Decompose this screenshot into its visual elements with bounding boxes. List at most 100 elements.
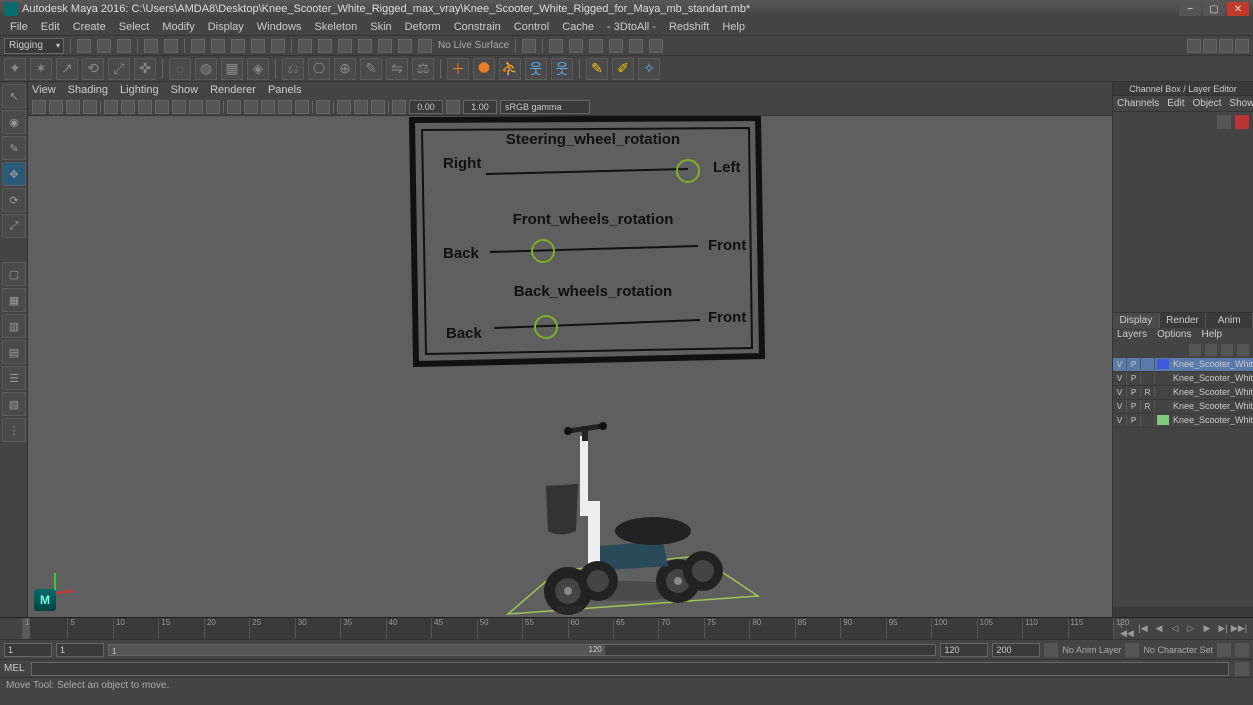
play-back-button[interactable]: ◁ <box>1168 622 1182 636</box>
rp-object-menu[interactable]: Object <box>1193 98 1222 109</box>
rp-show-menu[interactable]: Show <box>1229 98 1253 109</box>
vp-textured-icon[interactable] <box>261 100 275 114</box>
shelf-paint-icon[interactable]: ✎ <box>360 58 382 80</box>
vp-exposure-field[interactable]: 0.00 <box>409 100 443 114</box>
layer-row[interactable]: V P R Knee_Scooter_White_F <box>1113 386 1253 400</box>
layer-tab-display[interactable]: Display <box>1113 313 1160 328</box>
vp-gamma-icon[interactable] <box>446 100 460 114</box>
rp-icon1[interactable] <box>1217 115 1231 129</box>
vp-grid-icon[interactable] <box>104 100 118 114</box>
vp-menu-shading[interactable]: Shading <box>68 84 108 96</box>
menu-skeleton[interactable]: Skeleton <box>308 20 363 34</box>
script-editor-icon[interactable] <box>1235 662 1249 676</box>
menu-deform[interactable]: Deform <box>399 20 447 34</box>
layers-menu[interactable]: Layers <box>1117 329 1147 340</box>
shelf-tool5-icon[interactable]: ⤢ <box>108 58 130 80</box>
autokey-icon[interactable] <box>1217 643 1231 657</box>
layout-single-button[interactable]: ▢ <box>2 262 26 286</box>
lasso-tool-button[interactable]: ◉ <box>2 110 26 134</box>
vp-xray-icon[interactable] <box>337 100 351 114</box>
select-mode-icon[interactable] <box>211 39 225 53</box>
layer-color-swatch[interactable] <box>1157 401 1169 411</box>
vp-isolate-icon[interactable] <box>316 100 330 114</box>
close-button[interactable]: ✕ <box>1227 2 1249 16</box>
vp-resolution-icon[interactable] <box>138 100 152 114</box>
vp-menu-show[interactable]: Show <box>171 84 199 96</box>
snap-live-icon[interactable] <box>378 39 392 53</box>
layer-row[interactable]: V P Knee_Scooter_White_F <box>1113 358 1253 372</box>
rotate-tool-button[interactable]: ⟳ <box>2 188 26 212</box>
pane-layout3-icon[interactable] <box>1219 39 1233 53</box>
range-start-inner[interactable]: 1 <box>56 643 104 657</box>
shelf-human-icon[interactable]: ⛹ <box>499 58 521 80</box>
anim-layer-label[interactable]: No Anim Layer <box>1062 645 1121 655</box>
rp-channels-menu[interactable]: Channels <box>1117 98 1159 109</box>
menu-set-combo[interactable]: Rigging <box>4 38 64 54</box>
command-input[interactable] <box>31 662 1229 676</box>
shelf-tool2-icon[interactable]: ✶ <box>30 58 52 80</box>
redo-icon[interactable] <box>164 39 178 53</box>
vp-film-gate-icon[interactable] <box>121 100 135 114</box>
vp-color-space-combo[interactable]: sRGB gamma <box>500 100 590 114</box>
select-mask-icon[interactable] <box>231 39 245 53</box>
vp-wireframe-icon[interactable] <box>227 100 241 114</box>
go-end-button[interactable]: ▶▶| <box>1232 622 1246 636</box>
vp-bookmark-icon[interactable] <box>66 100 80 114</box>
scale-tool-button[interactable]: ⤢ <box>2 214 26 238</box>
vp-menu-view[interactable]: View <box>32 84 56 96</box>
shelf-weight-icon[interactable]: ⚖ <box>412 58 434 80</box>
layer-row[interactable]: V P R Knee_Scooter_White_F <box>1113 400 1253 414</box>
shelf-tool6-icon[interactable]: ✜ <box>134 58 156 80</box>
menu-edit[interactable]: Edit <box>35 20 66 34</box>
layout-outliner-button[interactable]: ☰ <box>2 366 26 390</box>
vp-gate-mask-icon[interactable] <box>155 100 169 114</box>
shelf-keyicon[interactable]: ⯃ <box>473 58 495 80</box>
character-set-label[interactable]: No Character Set <box>1143 645 1213 655</box>
range-end-inner[interactable]: 120 <box>940 643 988 657</box>
shelf-handle-icon[interactable]: ⎔ <box>308 58 330 80</box>
menu-windows[interactable]: Windows <box>251 20 308 34</box>
menu-select[interactable]: Select <box>113 20 156 34</box>
layout-four-button[interactable]: ▦ <box>2 288 26 312</box>
range-loop-icon[interactable] <box>1044 643 1058 657</box>
shelf-tool3-icon[interactable]: ↗ <box>56 58 78 80</box>
vp-light-icon[interactable] <box>278 100 292 114</box>
layer-color-swatch[interactable] <box>1157 415 1169 425</box>
shelf-fx-icon[interactable]: ✧ <box>638 58 660 80</box>
scooter-model[interactable] <box>498 376 778 617</box>
layer-tab-render[interactable]: Render <box>1160 313 1207 328</box>
prefs-icon[interactable] <box>1235 643 1249 657</box>
save-scene-icon[interactable] <box>117 39 131 53</box>
layers-options-menu[interactable]: Options <box>1157 329 1191 340</box>
layer-new-icon[interactable] <box>1221 344 1233 356</box>
layout-two-button[interactable]: ▥ <box>2 314 26 338</box>
menu-create[interactable]: Create <box>67 20 112 34</box>
render-view-icon[interactable] <box>629 39 643 53</box>
layer-down-icon[interactable] <box>1205 344 1217 356</box>
menu-3dtoall[interactable]: - 3DtoAll - <box>601 20 662 34</box>
menu-redshift[interactable]: Redshift <box>663 20 715 34</box>
shelf-brush-icon[interactable]: ✐ <box>612 58 634 80</box>
vp-xray-comp-icon[interactable] <box>371 100 385 114</box>
undo-icon[interactable] <box>144 39 158 53</box>
pane-layout4-icon[interactable] <box>1235 39 1249 53</box>
new-scene-icon[interactable] <box>77 39 91 53</box>
layer-color-swatch[interactable] <box>1157 359 1169 369</box>
vp-lock-cam-icon[interactable] <box>49 100 63 114</box>
select-mask2-icon[interactable] <box>251 39 265 53</box>
layout-graph-button[interactable]: ▧ <box>2 392 26 416</box>
snap-grid-icon[interactable] <box>298 39 312 53</box>
range-end-outer[interactable]: 200 <box>992 643 1040 657</box>
menu-display[interactable]: Display <box>202 20 250 34</box>
shelf-paint2-icon[interactable]: ✎ <box>586 58 608 80</box>
time-slider[interactable]: 1510152025303540455055606570758085909510… <box>0 617 1253 639</box>
shelf-tool4-icon[interactable]: ⟲ <box>82 58 104 80</box>
vp-safe-action-icon[interactable] <box>189 100 203 114</box>
vp-xray-joint-icon[interactable] <box>354 100 368 114</box>
pane-layout2-icon[interactable] <box>1203 39 1217 53</box>
shelf-constrain-icon[interactable]: ⊕ <box>334 58 356 80</box>
anim-layer-icon[interactable] <box>1125 643 1139 657</box>
ipr-icon[interactable] <box>569 39 583 53</box>
shelf-humanik2-icon[interactable]: 웃 <box>551 58 573 80</box>
snap-plane-icon[interactable] <box>358 39 372 53</box>
